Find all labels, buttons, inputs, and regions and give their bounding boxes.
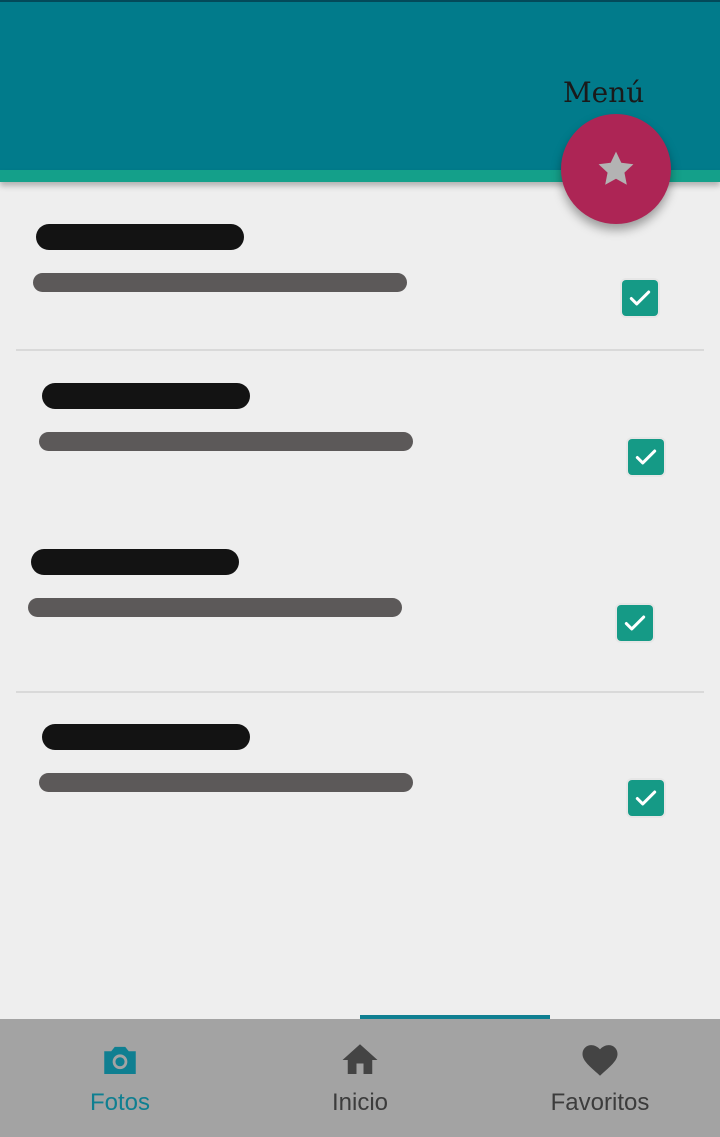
nav-label: Favoritos [550,1089,650,1116]
item-title [36,224,244,250]
menu-label[interactable]: Menú [563,76,644,109]
check-icon [635,449,657,465]
list-item[interactable] [0,182,720,350]
nav-label: Inicio [331,1089,389,1116]
item-subtitle [39,773,413,792]
item-title [42,383,250,409]
heart-icon [582,1045,618,1076]
check-icon [629,290,651,306]
list-item[interactable] [0,693,720,861]
bottom-navigation: Fotos Inicio Favoritos [0,1019,720,1137]
item-subtitle [39,432,413,451]
item-subtitle [28,598,402,617]
item-checkbox[interactable] [622,280,658,316]
nav-item-fotos[interactable]: Fotos [0,1019,240,1137]
item-subtitle [33,273,407,292]
nav-label: Fotos [89,1089,151,1116]
list-item[interactable] [0,351,720,519]
item-checkbox[interactable] [628,780,664,816]
list-item[interactable] [0,519,720,691]
nav-item-favoritos[interactable]: Favoritos [480,1019,720,1137]
item-title [42,724,250,750]
check-icon [624,615,646,631]
camera-icon [104,1046,136,1074]
nav-item-inicio[interactable]: Inicio [240,1019,480,1137]
item-checkbox[interactable] [617,605,653,641]
home-icon [342,1044,378,1074]
item-title [31,549,239,575]
item-checkbox[interactable] [628,439,664,475]
check-icon [635,790,657,806]
